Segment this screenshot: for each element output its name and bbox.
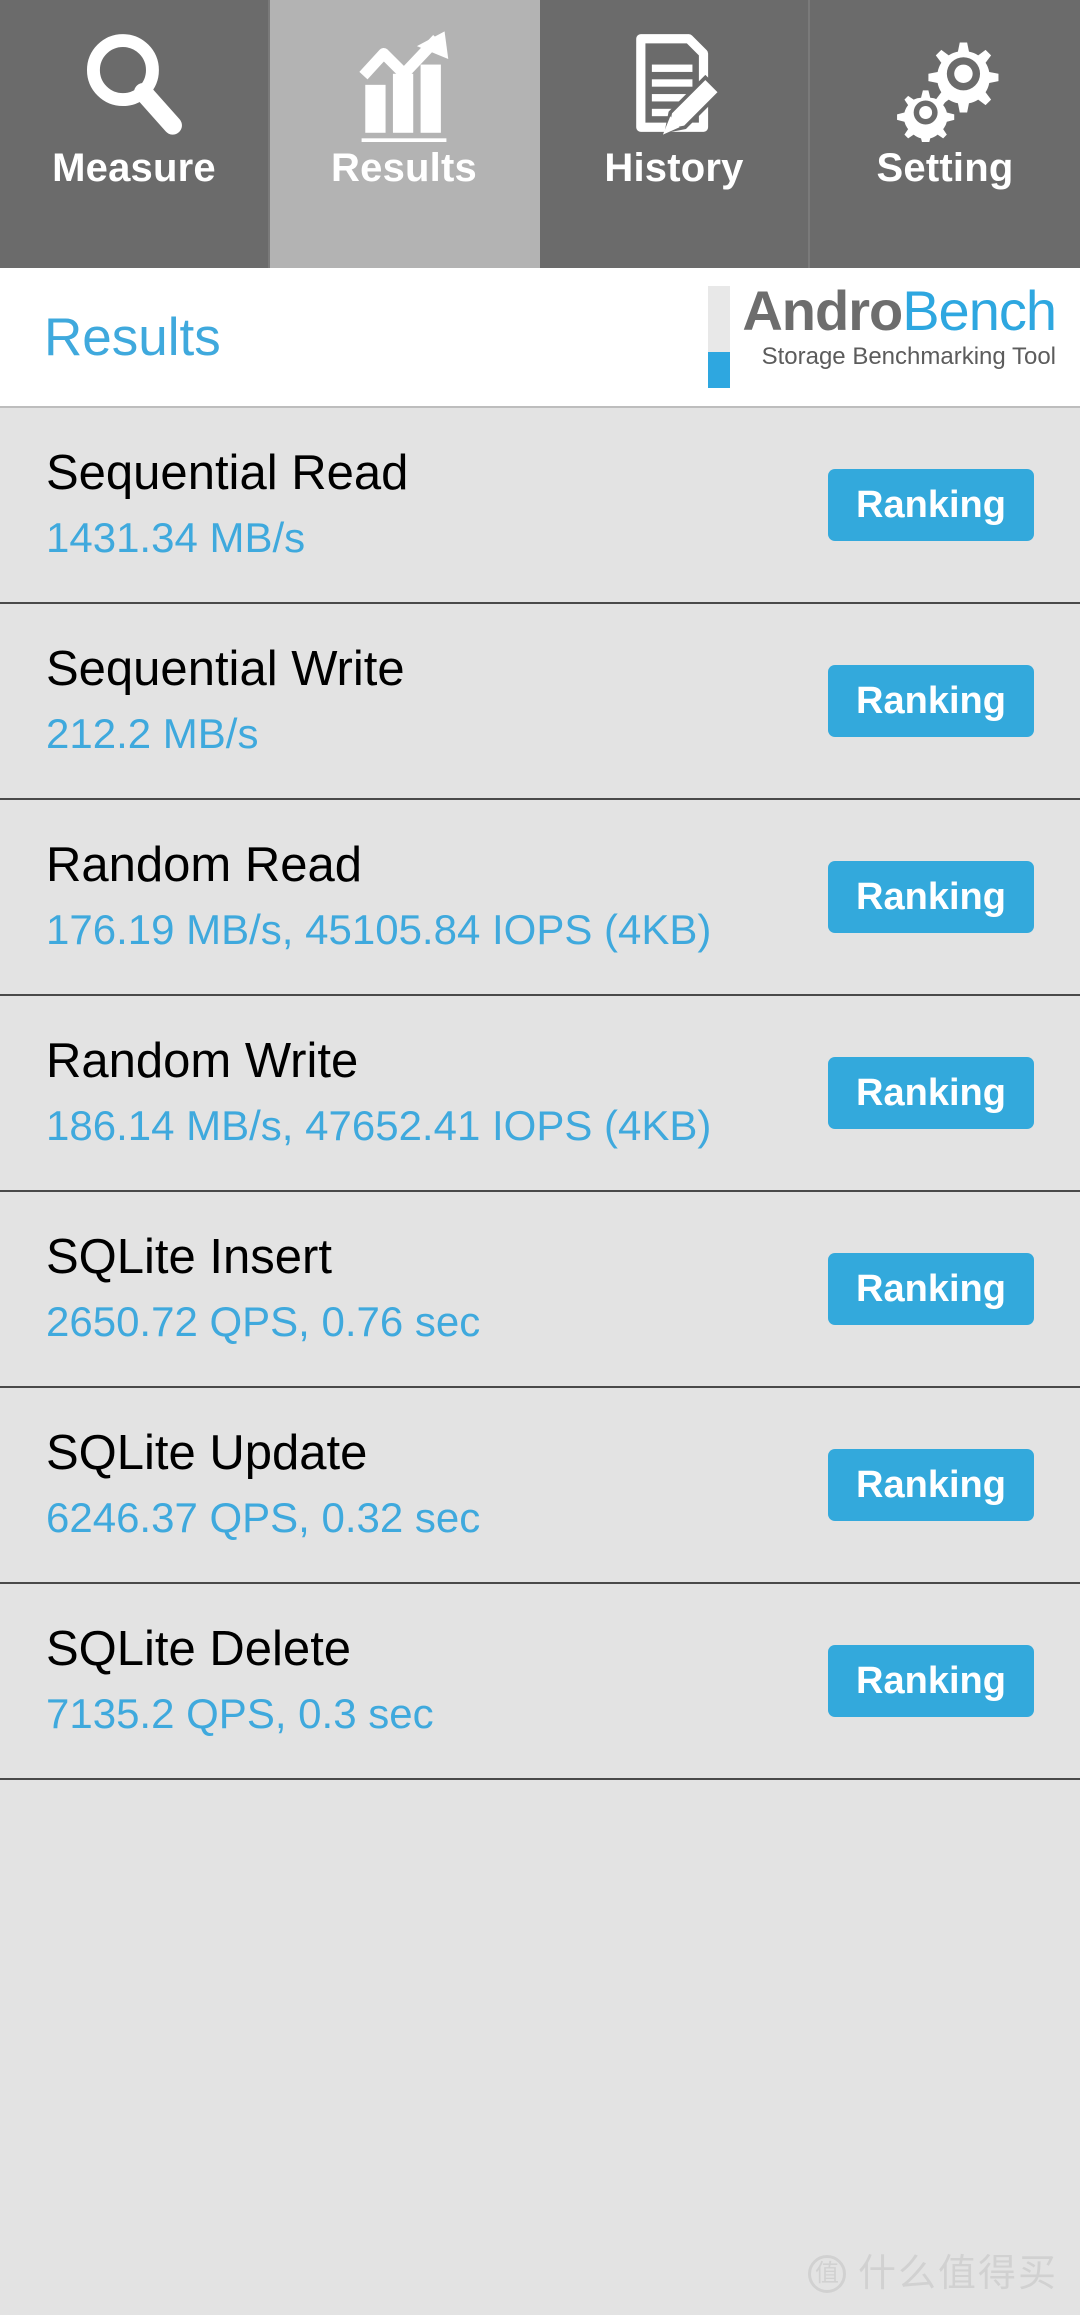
result-name: Random Read (46, 838, 362, 893)
logo-andro: Andro (742, 279, 903, 342)
ranking-button[interactable]: Ranking (828, 861, 1034, 933)
logo-wordmark: AndroBench (742, 279, 1057, 342)
result-name: Sequential Read (46, 446, 409, 501)
result-value: 186.14 MB/s, 47652.41 IOPS (4KB) (46, 1102, 712, 1150)
ranking-button[interactable]: Ranking (828, 1057, 1034, 1129)
result-info: Sequential Write 212.2 MB/s (46, 642, 405, 759)
ranking-button[interactable]: Ranking (828, 1645, 1034, 1717)
androbench-app: Measure Results History Setting Results … (0, 0, 1080, 2315)
result-info: Random Write 186.14 MB/s, 47652.41 IOPS … (46, 1034, 711, 1151)
logo-bar-icon (708, 286, 731, 388)
result-value: 212.2 MB/s (46, 710, 259, 758)
result-info: Sequential Read 1431.34 MB/s (46, 446, 408, 563)
result-value: 7135.2 QPS, 0.3 sec (46, 1690, 434, 1738)
tab-results[interactable]: Results (270, 0, 540, 268)
androbench-logo: AndroBench Storage Benchmarking Tool (708, 279, 1057, 388)
tab-bar: Measure Results History Setting (0, 0, 1080, 268)
table-row: SQLite Update 6246.37 QPS, 0.32 sec Rank… (0, 1388, 1080, 1584)
result-value: 176.19 MB/s, 45105.84 IOPS (4KB) (46, 906, 712, 954)
result-info: SQLite Update 6246.37 QPS, 0.32 sec (46, 1426, 480, 1543)
result-value: 1431.34 MB/s (46, 514, 306, 562)
document-pencil-icon (540, 18, 808, 148)
logo-tagline: Storage Benchmarking Tool (761, 342, 1056, 370)
tab-setting-label: Setting (876, 146, 1014, 190)
tab-measure-label: Measure (52, 146, 216, 190)
ranking-button[interactable]: Ranking (828, 1253, 1034, 1325)
tab-history[interactable]: History (540, 0, 810, 268)
watermark-text: 什么值得买 (857, 2253, 1058, 2295)
logo-bar-top (708, 286, 731, 352)
result-info: SQLite Insert 2650.72 QPS, 0.76 sec (46, 1230, 480, 1347)
bar-chart-icon (270, 18, 538, 148)
page-title: Results (44, 307, 221, 367)
logo-bar-bottom (708, 352, 731, 388)
watermark: 值 什么值得买 (807, 2253, 1058, 2295)
result-info: SQLite Delete 7135.2 QPS, 0.3 sec (46, 1622, 434, 1739)
result-name: Random Write (46, 1034, 359, 1089)
result-value: 2650.72 QPS, 0.76 sec (46, 1298, 481, 1346)
tab-measure[interactable]: Measure (0, 0, 270, 268)
ranking-button[interactable]: Ranking (828, 469, 1034, 541)
result-name: SQLite Update (46, 1426, 368, 1481)
table-row: Sequential Read 1431.34 MB/s Ranking (0, 408, 1080, 604)
result-name: SQLite Delete (46, 1622, 352, 1677)
logo-text: AndroBench Storage Benchmarking Tool (742, 279, 1057, 371)
tab-history-label: History (604, 146, 744, 190)
logo-bench: Bench (902, 279, 1057, 342)
result-value: 6246.37 QPS, 0.32 sec (46, 1494, 481, 1542)
ranking-button[interactable]: Ranking (828, 1449, 1034, 1521)
page-header: Results AndroBench Storage Benchmarking … (0, 268, 1080, 408)
tab-results-label: Results (331, 146, 477, 190)
result-name: Sequential Write (46, 642, 405, 697)
ranking-button[interactable]: Ranking (828, 665, 1034, 737)
tab-setting[interactable]: Setting (810, 0, 1080, 268)
table-row: Random Read 176.19 MB/s, 45105.84 IOPS (… (0, 800, 1080, 996)
result-info: Random Read 176.19 MB/s, 45105.84 IOPS (… (46, 838, 711, 955)
table-row: SQLite Insert 2650.72 QPS, 0.76 sec Rank… (0, 1192, 1080, 1388)
watermark-badge-icon: 值 (807, 2255, 846, 2293)
table-row: Random Write 186.14 MB/s, 47652.41 IOPS … (0, 996, 1080, 1192)
magnifier-icon (0, 18, 268, 148)
gears-icon (810, 18, 1080, 148)
result-name: SQLite Insert (46, 1230, 332, 1285)
table-row: Sequential Write 212.2 MB/s Ranking (0, 604, 1080, 800)
table-row: SQLite Delete 7135.2 QPS, 0.3 sec Rankin… (0, 1584, 1080, 1780)
results-list: Sequential Read 1431.34 MB/s Ranking Seq… (0, 408, 1080, 1780)
